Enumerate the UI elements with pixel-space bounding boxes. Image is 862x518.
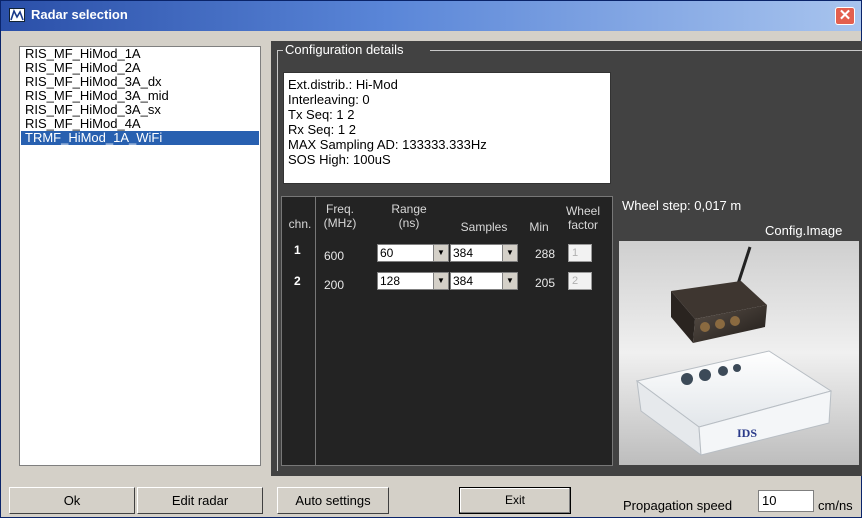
dropdown-arrow-icon[interactable]: ▼ (502, 273, 517, 289)
config-line: Interleaving: 0 (288, 92, 370, 107)
config-line: Tx Seq: 1 2 (288, 107, 355, 122)
header-freq-unit: (MHz) (323, 216, 357, 230)
header-wheel: Wheel (565, 204, 600, 218)
header-chn: chn. (288, 217, 312, 231)
config-line: MAX Sampling AD: 133333.333Hz (288, 137, 487, 152)
config-image-label: Config.Image (765, 223, 843, 238)
exit-button[interactable]: Exit (459, 487, 571, 514)
ok-button[interactable]: Ok (9, 487, 135, 514)
range-value: 60 (380, 246, 394, 260)
config-image: IDS (619, 241, 859, 465)
dropdown-arrow-icon[interactable]: ▼ (433, 273, 448, 289)
propagation-speed-unit: cm/ns (818, 498, 853, 513)
radar-list-item[interactable]: RIS_MF_HiMod_4A (21, 117, 259, 131)
range-value: 128 (380, 274, 401, 288)
samples-select[interactable]: 384 ▼ (450, 272, 518, 290)
header-range: Range (391, 202, 427, 216)
samples-value: 384 (453, 274, 474, 288)
propagation-speed-input[interactable]: 10 (758, 490, 814, 512)
close-button[interactable]: ✕ (835, 7, 855, 25)
radar-list-item[interactable]: RIS_MF_HiMod_3A_mid (21, 89, 259, 103)
wheel-factor-field[interactable]: 1 (568, 244, 592, 262)
device-brand-text: IDS (737, 426, 757, 440)
row-min: 205 (535, 276, 556, 290)
header-range-unit: (ns) (398, 216, 420, 230)
dropdown-arrow-icon[interactable]: ▼ (433, 245, 448, 261)
config-line: SOS High: 100uS (288, 152, 391, 167)
channel-table: chn. Freq. (MHz) Range (ns) Samples Min … (281, 196, 613, 466)
window-title: Radar selection (31, 7, 128, 22)
config-line: Rx Seq: 1 2 (288, 122, 356, 137)
group-frame-line (277, 50, 278, 471)
header-samples: Samples (460, 220, 508, 234)
row-chn: 1 (294, 243, 301, 257)
config-line: Ext.distrib.: Hi-Mod (288, 77, 398, 92)
column-divider (315, 197, 316, 465)
row-min: 288 (535, 247, 556, 261)
row-freq: 200 (324, 278, 345, 292)
samples-select[interactable]: 384 ▼ (450, 244, 518, 262)
title-bar[interactable]: Radar selection ✕ (1, 1, 861, 31)
radar-list-item[interactable]: RIS_MF_HiMod_3A_sx (21, 103, 259, 117)
radar-list[interactable]: RIS_MF_HiMod_1A RIS_MF_HiMod_2A RIS_MF_H… (19, 46, 261, 466)
header-wheel-factor: factor (567, 218, 598, 232)
header-freq: Freq. (325, 202, 354, 216)
dropdown-arrow-icon[interactable]: ▼ (502, 245, 517, 261)
range-select[interactable]: 128 ▼ (377, 272, 449, 290)
row-freq: 600 (324, 249, 345, 263)
radar-selection-window: Radar selection ✕ RIS_MF_HiMod_1A RIS_MF… (0, 0, 862, 518)
row-chn: 2 (294, 274, 301, 288)
radar-list-item[interactable]: RIS_MF_HiMod_1A (21, 47, 259, 61)
range-select[interactable]: 60 ▼ (377, 244, 449, 262)
config-details-legend: Configuration details (285, 42, 404, 57)
samples-value: 384 (453, 246, 474, 260)
radar-list-item[interactable]: RIS_MF_HiMod_2A (21, 61, 259, 75)
header-min: Min (529, 220, 549, 234)
auto-settings-button[interactable]: Auto settings (277, 487, 389, 514)
wheel-factor-field[interactable]: 2 (568, 272, 592, 290)
edit-radar-button[interactable]: Edit radar (137, 487, 263, 514)
app-icon (9, 8, 25, 22)
radar-list-item[interactable]: RIS_MF_HiMod_3A_dx (21, 75, 259, 89)
config-details-box: Ext.distrib.: Hi-Mod Interleaving: 0 Tx … (283, 72, 611, 184)
radar-list-item-selected[interactable]: TRMF_HiMod_1A_WiFi (21, 131, 259, 145)
propagation-speed-label: Propagation speed (623, 498, 733, 513)
wheel-step-label: Wheel step: 0,017 m (622, 198, 742, 213)
group-frame-line (430, 50, 862, 51)
